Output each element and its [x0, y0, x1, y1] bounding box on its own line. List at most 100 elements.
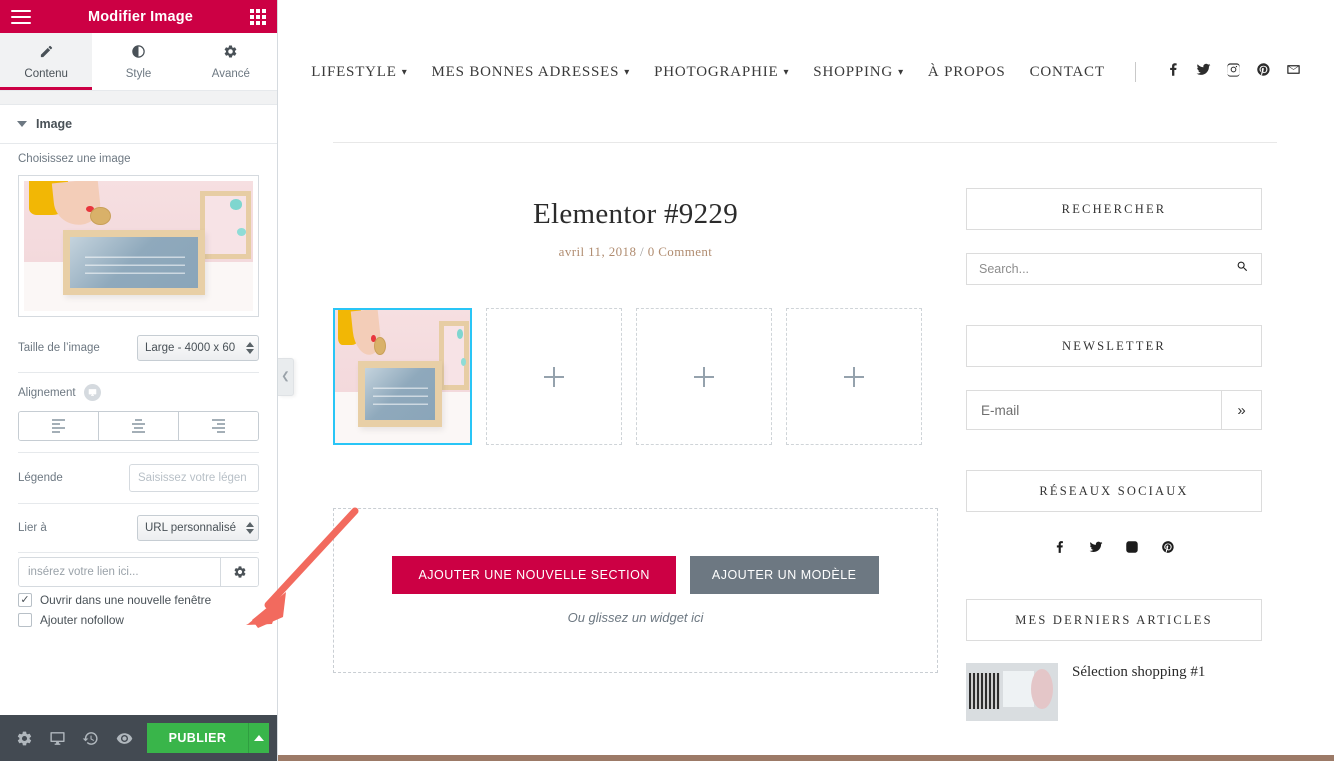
caption-label: Légende [18, 472, 63, 484]
caption-input[interactable] [129, 464, 259, 492]
pencil-icon [39, 44, 54, 62]
control-image-size: Taille de l’image Large - 4000 x 60 [0, 326, 277, 370]
hamburger-icon[interactable] [11, 9, 31, 24]
select-arrows-icon [242, 342, 254, 354]
checkbox-row-nofollow: Ajouter nofollow [0, 607, 277, 627]
article-thumbnail [966, 663, 1058, 721]
panel-tabs: Contenu Style Avancé [0, 33, 277, 91]
widget-title-newsletter: NEWSLETTER [966, 325, 1262, 367]
tab-avance[interactable]: Avancé [184, 33, 277, 90]
facebook-icon[interactable] [1053, 540, 1067, 559]
alignment-button-group [18, 411, 259, 441]
add-template-button[interactable]: AJOUTER UN MODÈLE [689, 556, 879, 594]
checkbox-new-window[interactable] [18, 593, 32, 607]
tab-contenu[interactable]: Contenu [0, 33, 93, 90]
publish-options-chevron-up-icon[interactable] [248, 723, 270, 753]
email-icon[interactable] [1286, 62, 1301, 82]
tab-avance-label: Avancé [211, 67, 250, 80]
plus-icon [844, 366, 864, 387]
panel-header: Modifier Image [0, 0, 277, 33]
nav-item-contact[interactable]: CONTACT [1030, 64, 1105, 81]
drag-widget-hint: Ou glissez un widget ici [567, 610, 704, 625]
history-revisions-icon[interactable] [74, 715, 107, 761]
selected-image-widget[interactable] [333, 308, 472, 445]
tab-style-label: Style [125, 67, 152, 80]
nav-item-shopping[interactable]: SHOPPING ▾ [813, 64, 904, 81]
nav-item-a-propos[interactable]: À PROPOS [928, 64, 1006, 81]
nav-label: PHOTOGRAPHIE [654, 63, 779, 80]
pinterest-icon[interactable] [1256, 62, 1271, 82]
image-thumbnail-picker[interactable] [18, 175, 259, 317]
email-field[interactable] [967, 391, 1221, 429]
control-link-to: Lier à URL personnalisé [0, 506, 277, 550]
panel-collapse-handle[interactable]: ❮ [278, 358, 294, 396]
nav-item-photographie[interactable]: PHOTOGRAPHIE ▾ [654, 64, 789, 81]
image-size-select[interactable]: Large - 4000 x 60 [137, 335, 259, 361]
nav-social-icons [1166, 62, 1301, 82]
control-choose-image: Choisissez une image [0, 144, 277, 326]
chevron-down-icon: ▾ [401, 66, 408, 78]
settings-gear-icon[interactable] [8, 715, 41, 761]
nav-item-mes-bonnes-adresses[interactable]: MES BONNES ADRESSES ▾ [432, 64, 631, 81]
link-url-field [18, 557, 259, 587]
publish-button[interactable]: PUBLIER [146, 723, 249, 753]
responsive-device-icon[interactable] [83, 384, 101, 401]
link-settings-gear-icon[interactable] [220, 558, 258, 586]
add-new-section-button[interactable]: AJOUTER UNE NOUVELLE SECTION [392, 556, 676, 594]
link-url-input[interactable] [19, 558, 220, 586]
nav-label: MES BONNES ADRESSES [431, 63, 620, 80]
checkbox-nofollow-label[interactable]: Ajouter nofollow [40, 613, 124, 627]
tab-contenu-label: Contenu [24, 67, 68, 80]
link-to-value: URL personnalisé [145, 522, 236, 534]
instagram-icon[interactable] [1125, 540, 1139, 559]
link-to-select[interactable]: URL personnalisé [137, 515, 259, 541]
instagram-icon[interactable] [1226, 62, 1241, 82]
nav-item-lifestyle[interactable]: LIFESTYLE ▾ [311, 64, 407, 81]
search-input[interactable] [979, 262, 1236, 276]
twitter-icon[interactable] [1196, 62, 1211, 82]
link-to-label: Lier à [18, 522, 47, 534]
align-center-button[interactable] [99, 412, 179, 440]
chevron-down-icon: ▾ [624, 66, 631, 78]
main-column: Elementor #9229 avril 11, 2018 / 0 Comme… [278, 143, 938, 721]
pinterest-icon[interactable] [1161, 540, 1175, 559]
facebook-icon[interactable] [1166, 62, 1181, 82]
section-header-image[interactable]: Image [0, 105, 277, 144]
apps-grid-icon[interactable] [250, 8, 266, 25]
post-comments-link[interactable]: 0 Comment [648, 244, 713, 259]
chevron-left-icon: ❮ [281, 371, 290, 382]
alignment-label: Alignement [18, 386, 76, 399]
align-right-button[interactable] [179, 412, 258, 440]
elementor-editor: Modifier Image Contenu Style Avancé Imag… [0, 0, 1334, 761]
control-caption: Légende [0, 455, 277, 501]
money-box-photo [335, 310, 470, 443]
chevron-down-icon: ▾ [783, 66, 790, 78]
checkbox-nofollow[interactable] [18, 613, 32, 627]
contrast-icon [131, 44, 146, 62]
chevron-down-icon: ▾ [898, 66, 904, 78]
widget-title-mes-derniers-articles: MES DERNIERS ARTICLES [966, 599, 1262, 641]
meta-separator: / [640, 244, 645, 259]
divider [18, 372, 259, 373]
nav-separator [1134, 62, 1136, 82]
search-icon[interactable] [1236, 260, 1249, 278]
responsive-monitor-icon[interactable] [41, 715, 74, 761]
checkbox-new-window-label[interactable]: Ouvrir dans une nouvelle fenêtre [40, 593, 211, 607]
article-title[interactable]: Sélection shopping #1 [1072, 663, 1205, 683]
divider [18, 452, 259, 453]
newsletter-submit-button[interactable]: » [1221, 391, 1261, 429]
add-section-dropzone[interactable]: AJOUTER UNE NOUVELLE SECTION AJOUTER UN … [333, 508, 938, 673]
empty-widget-placeholder[interactable] [636, 308, 772, 445]
list-item[interactable]: Sélection shopping #1 [966, 663, 1262, 721]
twitter-icon[interactable] [1089, 540, 1103, 559]
post-meta: avril 11, 2018 / 0 Comment [333, 244, 938, 260]
site-navigation: LIFESTYLE ▾ MES BONNES ADRESSES ▾ PHOTOG… [278, 0, 1334, 82]
nav-label: SHOPPING [813, 63, 894, 80]
align-left-button[interactable] [19, 412, 99, 440]
empty-widget-placeholder[interactable] [486, 308, 622, 445]
empty-widget-placeholder[interactable] [786, 308, 922, 445]
tab-style[interactable]: Style [92, 33, 185, 90]
preview-eye-icon[interactable] [107, 715, 140, 761]
